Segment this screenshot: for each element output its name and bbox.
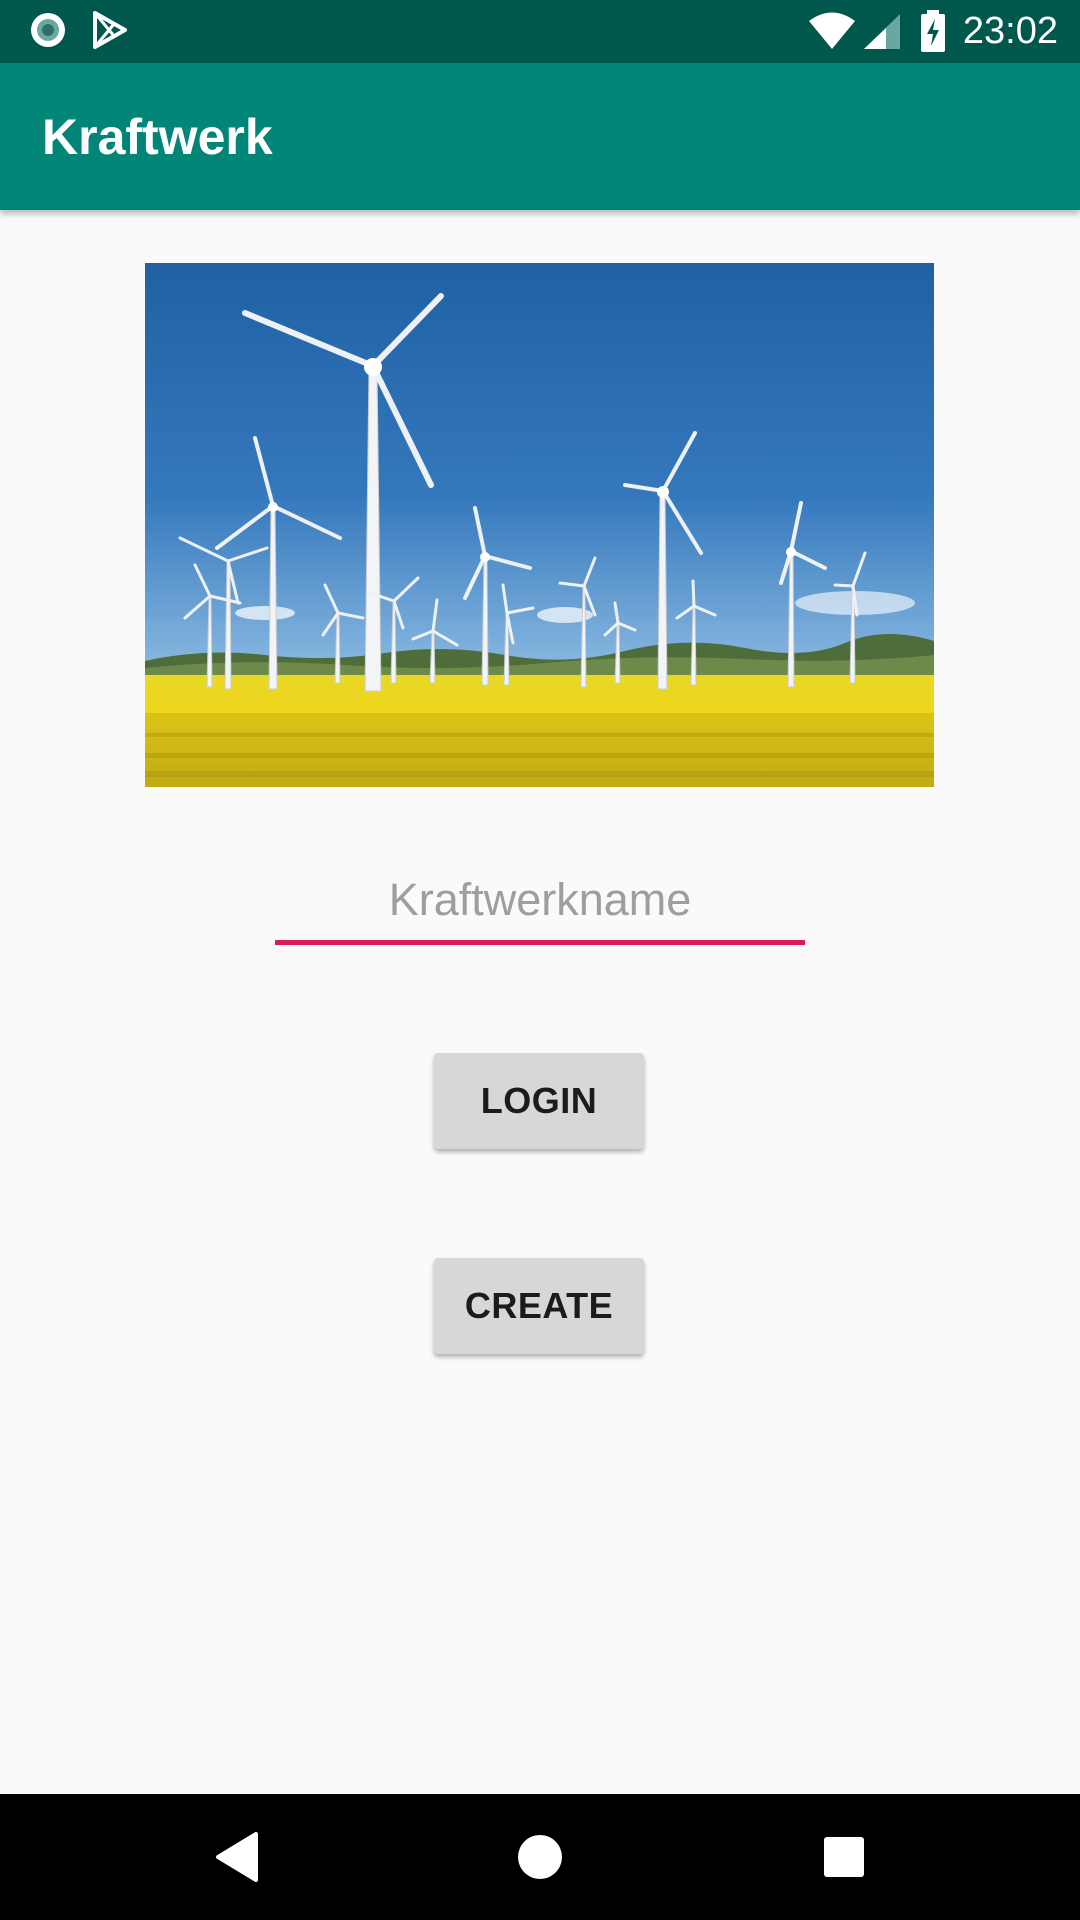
wifi-icon	[808, 12, 856, 55]
home-icon[interactable]	[507, 1824, 573, 1890]
wind-turbines-image	[145, 263, 934, 787]
app-bar: Kraftwerk	[0, 63, 1080, 210]
create-button[interactable]: CREATE	[434, 1258, 644, 1354]
battery-charging-icon	[920, 10, 946, 57]
play-store-icon	[90, 10, 130, 55]
status-bar: 23:02	[0, 0, 1080, 63]
app-title: Kraftwerk	[42, 109, 273, 165]
navigation-bar	[0, 1794, 1080, 1920]
back-icon[interactable]	[204, 1824, 270, 1890]
recents-icon[interactable]	[811, 1824, 877, 1890]
kraftwerkname-input[interactable]	[275, 860, 805, 945]
screen: 23:02 Kraftwerk Kraftwerkname LOGIN CREA…	[0, 0, 1080, 1920]
record-icon	[28, 10, 68, 55]
status-time: 23:02	[962, 10, 1058, 52]
login-button[interactable]: LOGIN	[434, 1053, 644, 1149]
cell-signal-icon	[862, 12, 902, 55]
